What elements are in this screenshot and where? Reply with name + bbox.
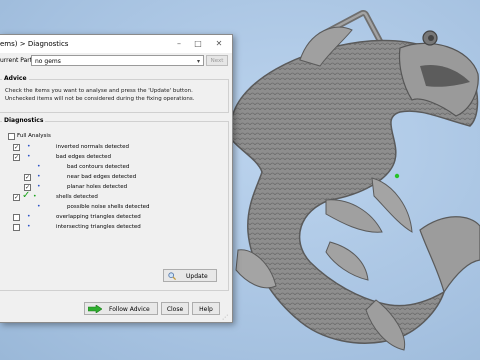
close-icon[interactable]: ✕ (213, 39, 225, 48)
arrow-right-icon (88, 305, 102, 313)
follow-advice-label: Follow Advice (109, 306, 150, 313)
intersecting-triangles-label: intersecting triangles detected (56, 224, 141, 230)
noise-shells-label: possible noise shells detected (67, 204, 150, 210)
update-label: Update (186, 273, 208, 280)
title-bar[interactable]: ems) > Diagnostics – □ ✕ (0, 35, 232, 53)
current-part-value: no gems (35, 58, 61, 65)
overlapping-triangles-checkbox[interactable] (13, 214, 20, 221)
bad-edges-label: bad edges detected (56, 154, 111, 160)
bad-contours-label: bad contours detected (67, 164, 130, 170)
inverted-normals-label: inverted normals detected (56, 144, 130, 150)
diagnostics-dialog: ems) > Diagnostics – □ ✕ urrent Part: no… (0, 34, 233, 323)
full-analysis-label: Full Analysis (17, 133, 51, 139)
update-button[interactable]: Update (163, 269, 217, 282)
current-part-select[interactable]: no gems ▾ (31, 55, 204, 66)
bullet-icon: • (33, 193, 37, 200)
current-part-label: urrent Part: (0, 57, 35, 64)
near-bad-edges-label: near bad edges detected (67, 174, 137, 180)
maximize-icon[interactable]: □ (192, 39, 204, 48)
bullet-icon: • (27, 213, 31, 220)
close-button[interactable]: Close (161, 302, 189, 315)
advice-text: Check the items you want to analyse and … (5, 88, 195, 102)
next-button[interactable]: Next (206, 55, 228, 66)
inverted-normals-checkbox[interactable]: ✓ (13, 144, 20, 151)
chevron-down-icon[interactable]: ▾ (197, 56, 200, 67)
advice-title: Advice (2, 75, 29, 82)
help-button[interactable]: Help (192, 302, 220, 315)
bullet-icon: • (37, 203, 41, 210)
shells-checkbox[interactable]: ✓ (13, 194, 20, 201)
check-icon: ✓ (22, 190, 31, 201)
near-bad-edges-checkbox[interactable]: ✓ (24, 174, 31, 181)
advice-group: Advice Check the items you want to analy… (0, 75, 229, 113)
planar-holes-label: planar holes detected (67, 184, 128, 190)
diagnostics-title: Diagnostics (2, 117, 46, 124)
bullet-icon: • (27, 223, 31, 230)
overlapping-triangles-label: overlapping triangles detected (56, 214, 141, 220)
bullet-icon: • (37, 183, 41, 190)
magnifier-icon (168, 272, 176, 280)
bullet-icon: • (27, 143, 31, 150)
follow-advice-button[interactable]: Follow Advice (84, 302, 158, 315)
bullet-icon: • (37, 163, 41, 170)
size-grip-icon[interactable]: ⋰ (222, 314, 228, 321)
minimize-icon[interactable]: – (173, 39, 185, 48)
full-analysis-checkbox[interactable] (8, 133, 15, 140)
shells-label: shells detected (56, 194, 98, 200)
current-part-row: urrent Part: no gems ▾ Next (0, 55, 232, 69)
bullet-icon: • (27, 153, 31, 160)
diagnostics-group: Diagnostics Full Analysis ✓ • inverted n… (0, 117, 229, 291)
bad-edges-checkbox[interactable]: ✓ (13, 154, 20, 161)
bullet-icon: • (37, 173, 41, 180)
window-title: ems) > Diagnostics (0, 40, 69, 48)
intersecting-triangles-checkbox[interactable] (13, 224, 20, 231)
